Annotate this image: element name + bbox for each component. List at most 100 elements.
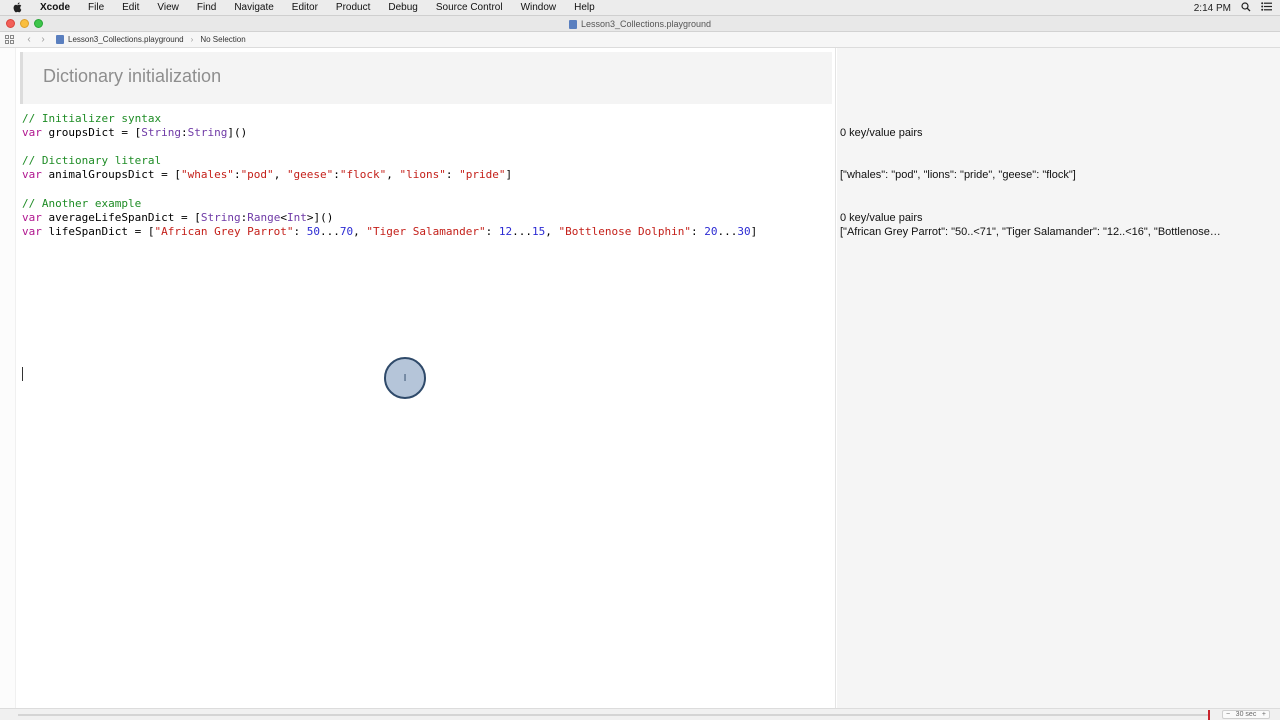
code-text: , (545, 225, 559, 238)
code-text: : (293, 225, 307, 238)
timeline-duration: 30 sec (1235, 711, 1257, 718)
menu-edit[interactable]: Edit (113, 0, 148, 16)
code-string: "Bottlenose Dolphin" (558, 225, 691, 238)
text-caret (22, 367, 23, 381)
breadcrumb-selection[interactable]: No Selection (200, 35, 245, 44)
code-string: "pride" (459, 168, 506, 181)
code-text: averageLifeSpanDict = [ (41, 211, 201, 224)
code-number: 12 (498, 225, 513, 238)
code-line[interactable]: // Initializer syntax (22, 112, 161, 126)
editor-gutter (0, 48, 16, 708)
breadcrumb-file[interactable]: Lesson3_Collections.playground (68, 35, 184, 44)
breadcrumb-separator: › (190, 35, 194, 44)
markup-heading: Dictionary initialization (43, 66, 222, 86)
breadcrumb: Lesson3_Collections.playground › No Sele… (56, 35, 246, 44)
code-text: >]() (306, 211, 334, 224)
code-text: : (180, 126, 188, 139)
menu-extras: 2:14 PM (1194, 0, 1272, 16)
menu-find[interactable]: Find (188, 0, 225, 16)
menu-editor[interactable]: Editor (283, 0, 327, 16)
result-value[interactable]: 0 key/value pairs (840, 126, 1278, 140)
code-string: "Tiger Salamander" (366, 225, 486, 238)
code-text: ] (505, 168, 513, 181)
i-beam-cursor-icon: I (403, 372, 407, 384)
code-number: 15 (532, 225, 546, 238)
code-text: lifeSpanDict = [ (41, 225, 155, 238)
jump-bar: ‹ › Lesson3_Collections.playground › No … (0, 32, 1280, 48)
code-comment: // Dictionary literal (22, 154, 162, 167)
apple-icon[interactable] (10, 0, 26, 16)
code-line[interactable]: var lifeSpanDict = ["African Grey Parrot… (22, 225, 757, 239)
code-text: ... (320, 225, 340, 238)
code-line[interactable]: // Another example (22, 197, 141, 211)
menu-window[interactable]: Window (512, 0, 566, 16)
results-sidebar: 0 key/value pairs ["whales": "pod", "lio… (837, 48, 1280, 708)
forward-arrow-icon[interactable]: › (36, 34, 50, 45)
code-text: : (233, 168, 241, 181)
code-text: < (280, 211, 287, 224)
menu-list: Xcode File Edit View Find Navigate Edito… (32, 0, 604, 16)
source-editor[interactable]: Dictionary initialization // Initializer… (0, 48, 836, 708)
code-string: "geese" (286, 168, 334, 181)
decrement-icon[interactable]: − (1226, 711, 1230, 718)
code-type: String (141, 126, 181, 139)
code-string: "flock" (339, 168, 387, 181)
menu-source-control[interactable]: Source Control (427, 0, 512, 16)
code-text: , (273, 168, 287, 181)
timeline-slider-track[interactable] (18, 714, 1208, 716)
code-text: , (353, 225, 367, 238)
increment-icon[interactable]: + (1262, 711, 1266, 718)
menu-xcode[interactable]: Xcode (32, 0, 79, 16)
markup-comment-block: Dictionary initialization (20, 52, 832, 104)
menu-debug[interactable]: Debug (379, 0, 426, 16)
result-value[interactable]: 0 key/value pairs (840, 211, 1278, 225)
code-string: "pod" (240, 168, 274, 181)
code-comment: // Another example (22, 197, 142, 210)
code-comment: // Initializer syntax (22, 112, 162, 125)
timeline-bar: − 30 sec + (0, 708, 1280, 720)
menu-navigate[interactable]: Navigate (225, 0, 282, 16)
code-keyword: var (22, 168, 42, 181)
menu-file[interactable]: File (79, 0, 113, 16)
timeline-duration-control[interactable]: − 30 sec + (1222, 710, 1270, 719)
code-number: 30 (737, 225, 751, 238)
window-title-bar: Lesson3_Collections.playground (0, 16, 1280, 32)
result-value[interactable]: ["African Grey Parrot": "50..<71", "Tige… (840, 225, 1278, 239)
menu-help[interactable]: Help (565, 0, 604, 16)
code-text: , (386, 168, 400, 181)
notification-center-icon[interactable] (1261, 2, 1272, 14)
playground-file-icon (568, 19, 577, 29)
code-keyword: var (22, 225, 42, 238)
menu-view[interactable]: View (148, 0, 188, 16)
code-number: 20 (704, 225, 718, 238)
code-text: : (690, 225, 705, 238)
code-keyword: var (22, 211, 42, 224)
code-string: "African Grey Parrot" (154, 225, 294, 238)
clock[interactable]: 2:14 PM (1194, 3, 1231, 14)
code-text: : (445, 168, 460, 181)
code-type: Range (247, 211, 281, 224)
code-text: animalGroupsDict = [ (41, 168, 181, 181)
mouse-click-indicator: I (384, 357, 426, 399)
code-line[interactable]: var averageLifeSpanDict = [String:Range<… (22, 211, 333, 225)
code-line[interactable]: var animalGroupsDict = ["whales":"pod", … (22, 168, 512, 182)
code-text: : (485, 225, 499, 238)
code-text: ... (717, 225, 738, 238)
spotlight-search-icon[interactable] (1241, 1, 1251, 15)
playground-file-icon (56, 35, 64, 44)
code-number: 70 (339, 225, 354, 238)
menu-product[interactable]: Product (327, 0, 379, 16)
code-text: : (333, 168, 340, 181)
code-line[interactable]: var groupsDict = [String:String]() (22, 126, 247, 140)
result-value[interactable]: ["whales": "pod", "lions": "pride", "gee… (840, 168, 1278, 182)
back-arrow-icon[interactable]: ‹ (22, 34, 36, 45)
code-number: 50 (306, 225, 321, 238)
code-type: String (200, 211, 241, 224)
code-text: groupsDict = [ (41, 126, 142, 139)
timeline-marker[interactable] (1208, 710, 1210, 720)
window-title: Lesson3_Collections.playground (0, 16, 1280, 32)
code-line[interactable]: // Dictionary literal (22, 154, 161, 168)
code-text: ]() (227, 126, 248, 139)
menu-bar: Xcode File Edit View Find Navigate Edito… (0, 0, 1280, 16)
related-items-icon[interactable] (4, 35, 14, 45)
